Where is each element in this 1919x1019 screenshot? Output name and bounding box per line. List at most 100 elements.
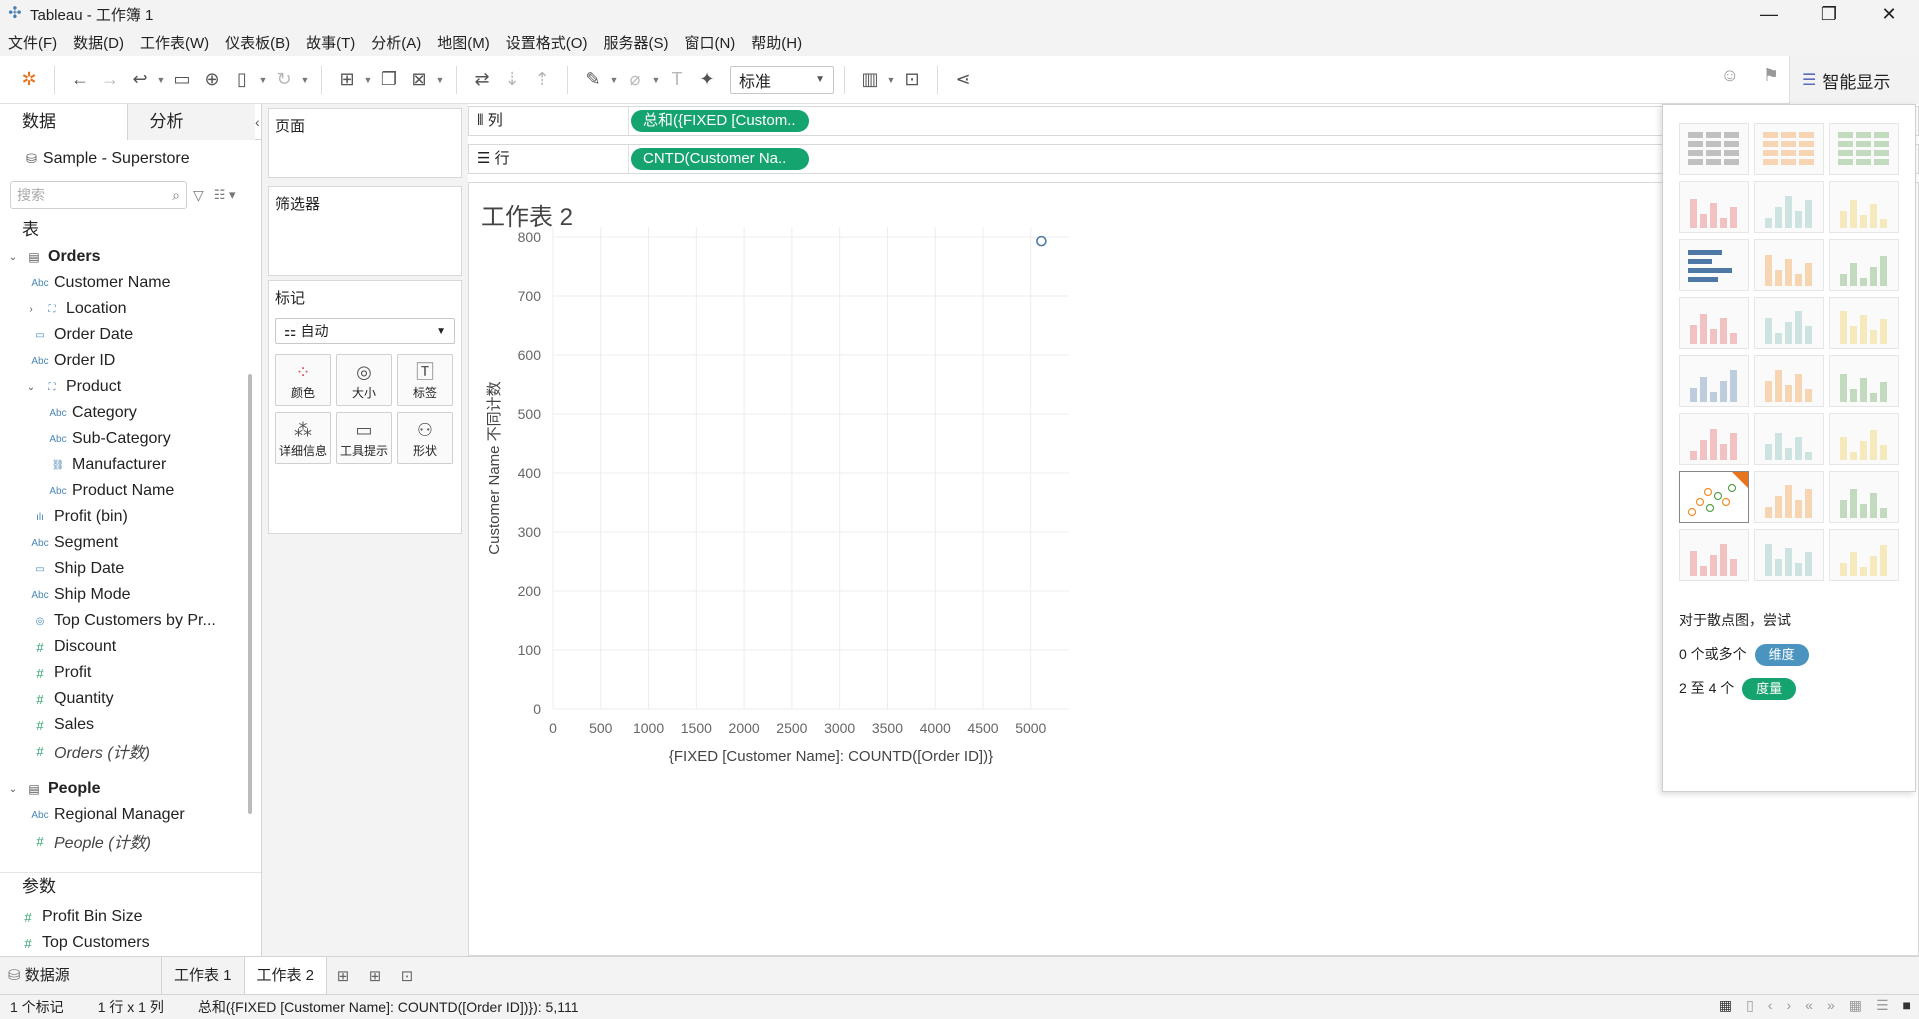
filmstrip-icon[interactable]: ▯ [1746, 997, 1754, 1014]
highlight-icon[interactable]: ✎ [578, 65, 608, 95]
sort-descending-icon[interactable]: ⇡ [527, 65, 557, 95]
tab-sheet-2[interactable]: 工作表 2 [244, 956, 328, 995]
field-item[interactable]: # Quantity [0, 686, 261, 712]
field-item[interactable]: # Profit [0, 660, 261, 686]
menu-window[interactable]: 窗口(N) [684, 32, 735, 53]
tableau-home-icon[interactable]: ✲ [14, 65, 44, 95]
field-item[interactable]: ▭ Ship Date [0, 556, 261, 582]
new-datasource-icon[interactable]: ⊕ [197, 65, 227, 95]
minimize-button[interactable]: — [1739, 0, 1799, 28]
chart-type-option[interactable] [1754, 123, 1824, 175]
field-item[interactable]: # Orders (计数) [0, 738, 261, 764]
tab-datasource[interactable]: ⛁ 数据源 [0, 956, 162, 995]
data-point[interactable] [1036, 235, 1047, 247]
detail-button[interactable]: ⁂ 详细信息 [275, 412, 331, 464]
field-item[interactable]: ılı Profit (bin) [0, 504, 261, 530]
refresh-dropdown-icon[interactable]: ▼ [299, 75, 311, 85]
field-item[interactable]: # People (计数) [0, 828, 261, 854]
undo-icon[interactable]: ← [65, 65, 95, 95]
field-item[interactable]: ⛓ Manufacturer [0, 452, 261, 478]
field-item[interactable]: Abc Product Name [0, 478, 261, 504]
fit-dropdown[interactable]: 标准 ▼ [730, 65, 834, 94]
chart-type-option[interactable] [1679, 529, 1749, 581]
prev-sheet-icon[interactable]: ‹ [1768, 997, 1773, 1014]
new-worksheet-icon[interactable]: ⊞ [327, 967, 359, 985]
bot-icon[interactable]: ☺ [1721, 65, 1739, 86]
chart-type-option[interactable] [1754, 181, 1824, 233]
chart-type-option[interactable] [1679, 181, 1749, 233]
menu-data[interactable]: 数据(D) [73, 32, 124, 53]
tab-sheet-1[interactable]: 工作表 1 [162, 956, 245, 995]
search-input[interactable]: 搜索 ⌕ [10, 181, 187, 209]
chart-type-option[interactable] [1679, 471, 1749, 523]
menu-file[interactable]: 文件(F) [8, 32, 57, 53]
save-icon[interactable]: ▭ [167, 65, 197, 95]
chart-type-option[interactable] [1829, 355, 1899, 407]
menu-format[interactable]: 设置格式(O) [506, 32, 588, 53]
field-item[interactable]: Abc Ship Mode [0, 582, 261, 608]
share-icon[interactable]: ⋖ [948, 65, 978, 95]
chart-type-option[interactable] [1679, 413, 1749, 465]
chart-type-option[interactable] [1829, 181, 1899, 233]
chevron-down-icon[interactable]: ⌄ [24, 382, 38, 393]
new-dashboard-icon[interactable]: ⊞ [359, 967, 391, 985]
field-item[interactable]: Abc Category [0, 400, 261, 426]
field-item[interactable]: # Discount [0, 634, 261, 660]
chevron-down-icon[interactable]: ⌄ [6, 784, 20, 795]
group-icon[interactable]: ⌀ [620, 65, 650, 95]
show-cards-icon[interactable]: ▥ [855, 65, 885, 95]
next-sheet-icon[interactable]: › [1786, 997, 1791, 1014]
pause-updates-icon[interactable]: ▯ [227, 65, 257, 95]
show-cards-dropdown-icon[interactable]: ▼ [885, 75, 897, 85]
table-item[interactable]: ⌄ ▤ Orders [0, 244, 261, 270]
first-sheet-icon[interactable]: « [1805, 997, 1813, 1014]
collapse-pane-icon[interactable]: ‹ [255, 104, 261, 139]
field-item[interactable]: ⌄ ⛶ Product [0, 374, 261, 400]
last-sheet-icon[interactable]: » [1827, 997, 1835, 1014]
show-me-button[interactable]: ☰ 智能显示 [1789, 56, 1919, 104]
chart-type-option[interactable] [1829, 239, 1899, 291]
pages-card[interactable]: 页面 [268, 108, 462, 178]
chevron-right-icon[interactable]: › [24, 304, 38, 315]
mark-type-dropdown[interactable]: ⚏ 自动 ▼ [275, 318, 455, 344]
chart-type-option[interactable] [1829, 413, 1899, 465]
swap-icon[interactable]: ↩ [125, 65, 155, 95]
menu-server[interactable]: 服务器(S) [603, 32, 668, 53]
datasource-item[interactable]: ⛁ Sample - Superstore [0, 144, 261, 174]
table-item[interactable]: ⌄ ▤ People [0, 776, 261, 802]
tab-analysis[interactable]: 分析 [127, 104, 256, 140]
group-dropdown-icon[interactable]: ▼ [650, 75, 662, 85]
field-item[interactable]: # Sales [0, 712, 261, 738]
field-item[interactable]: Abc Regional Manager [0, 802, 261, 828]
chart-type-option[interactable] [1679, 297, 1749, 349]
field-item[interactable]: ◎ Top Customers by Pr... [0, 608, 261, 634]
fix-axes-icon[interactable]: ✦ [692, 65, 722, 95]
menu-analysis[interactable]: 分析(A) [371, 32, 421, 53]
pause-dropdown-icon[interactable]: ▼ [257, 75, 269, 85]
field-item[interactable]: Abc Customer Name [0, 270, 261, 296]
chart-type-option[interactable] [1679, 355, 1749, 407]
new-worksheet-dropdown-icon[interactable]: ▼ [362, 75, 374, 85]
chart-type-option[interactable] [1679, 239, 1749, 291]
close-button[interactable]: ✕ [1859, 0, 1919, 28]
menu-map[interactable]: 地图(M) [437, 32, 490, 53]
show-labels-icon[interactable]: T [662, 65, 692, 95]
chevron-down-icon[interactable]: ⌄ [6, 252, 20, 263]
tab-data[interactable]: 数据 [0, 104, 128, 140]
label-button[interactable]: 🅃 标签 [397, 354, 453, 406]
chart-type-option[interactable] [1754, 471, 1824, 523]
tooltip-button[interactable]: ▭ 工具提示 [336, 412, 392, 464]
view-options-icon[interactable]: ☷ ▾ [214, 187, 236, 203]
chart-type-option[interactable] [1829, 529, 1899, 581]
chart-type-option[interactable] [1829, 471, 1899, 523]
chart-type-option[interactable] [1829, 297, 1899, 349]
tiles-icon[interactable]: ▦ [1849, 997, 1862, 1014]
color-button[interactable]: ⁘ 颜色 [275, 354, 331, 406]
chart-type-option[interactable] [1754, 355, 1824, 407]
clear-sheet-icon[interactable]: ⊠ [404, 65, 434, 95]
chart-type-option[interactable] [1754, 529, 1824, 581]
field-item[interactable]: Abc Segment [0, 530, 261, 556]
refresh-icon[interactable]: ↻ [269, 65, 299, 95]
field-item[interactable]: › ⛶ Location [0, 296, 261, 322]
filters-card[interactable]: 筛选器 [268, 186, 462, 276]
